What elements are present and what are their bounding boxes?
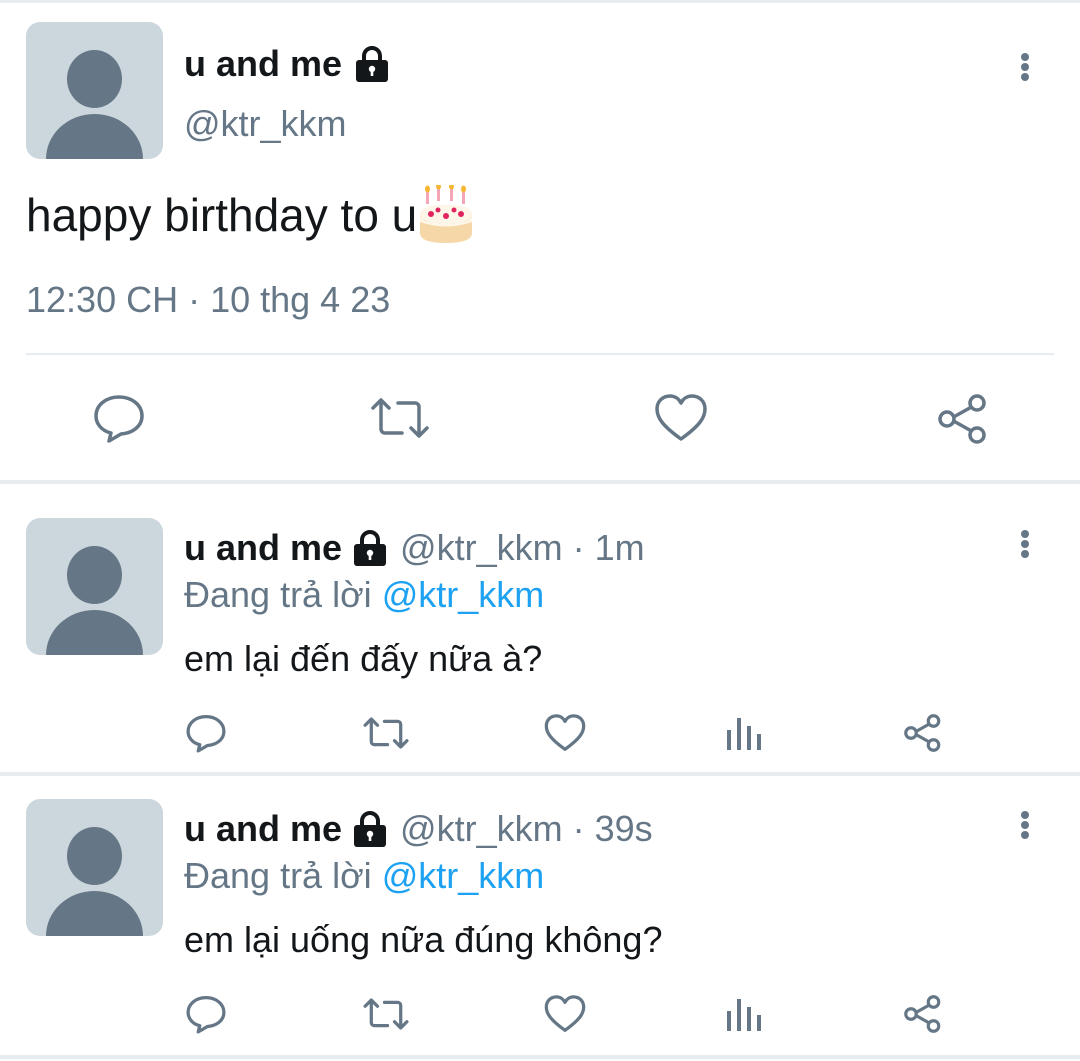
like-icon[interactable]	[543, 993, 587, 1035]
like-icon[interactable]	[543, 712, 587, 754]
avatar[interactable]	[26, 518, 163, 655]
display-name[interactable]: u and me	[184, 527, 342, 569]
handle[interactable]: @ktr_kkm	[400, 808, 563, 850]
analytics-icon[interactable]	[724, 993, 764, 1035]
share-icon[interactable]	[902, 712, 944, 754]
more-options-icon[interactable]	[1010, 47, 1040, 87]
avatar-body	[46, 114, 143, 159]
separator-dot: ·	[572, 527, 585, 568]
tweet-text: em lại đến đấy nữa à?	[184, 638, 543, 679]
share-icon[interactable]	[902, 993, 944, 1035]
analytics-icon[interactable]	[724, 712, 764, 754]
retweet-icon[interactable]	[369, 391, 431, 445]
replying-to: Đang trả lời @ktr_kkm	[184, 574, 544, 616]
avatar-head	[67, 827, 122, 885]
handle[interactable]: @ktr_kkm	[400, 527, 563, 569]
handle[interactable]: @ktr_kkm	[184, 103, 347, 145]
separator-dot: ·	[572, 808, 585, 849]
reply-icon[interactable]	[92, 391, 146, 445]
lock-icon	[354, 530, 387, 566]
divider	[0, 1055, 1080, 1059]
display-name: u and me	[184, 43, 343, 84]
tweet-text: happy birthday to u	[26, 189, 418, 241]
cake-emoji	[420, 185, 473, 243]
tweet-timestamp[interactable]: 12:30 CH · 10 thg 4 23	[26, 279, 390, 321]
more-options-icon[interactable]	[1010, 805, 1040, 845]
reply-header: u and me @ktr_kkm · 1m	[184, 527, 645, 569]
avatar-head	[67, 50, 122, 108]
avatar-body	[46, 891, 143, 936]
reply-tweet[interactable]: u and me @ktr_kkm · 39s Đang trả lời @ktr…	[0, 765, 1080, 1043]
like-icon[interactable]	[653, 391, 709, 445]
reply-time: 39s	[594, 808, 653, 849]
reply-time: 1m	[594, 527, 645, 568]
replying-label: Đang trả lời	[184, 574, 372, 615]
retweet-icon[interactable]	[362, 712, 410, 754]
replying-to-link[interactable]: @ktr_kkm	[382, 855, 545, 896]
replying-to-link[interactable]: @ktr_kkm	[382, 574, 545, 615]
tweet-text: em lại uống nữa đúng không?	[184, 919, 663, 960]
replying-to: Đang trả lời @ktr_kkm	[184, 855, 544, 897]
replying-label: Đang trả lời	[184, 855, 372, 896]
avatar[interactable]	[26, 799, 163, 936]
avatar-body	[46, 610, 143, 655]
lock-icon	[354, 811, 387, 847]
lock-icon	[356, 46, 389, 82]
reply-header: u and me @ktr_kkm · 39s	[184, 808, 653, 850]
tweet-text-row: happy birthday to u	[26, 185, 475, 245]
display-name[interactable]: u and me	[184, 808, 342, 850]
more-options-icon[interactable]	[1010, 524, 1040, 564]
divider	[26, 353, 1054, 355]
main-tweet: u and me @ktr_kkm happy birthday to u 12…	[0, 3, 1080, 480]
avatar[interactable]	[26, 22, 163, 159]
retweet-icon[interactable]	[362, 993, 410, 1035]
avatar-head	[67, 546, 122, 604]
display-name-row[interactable]: u and me	[184, 43, 392, 85]
reply-tweet[interactable]: u and me @ktr_kkm · 1m Đang trả lời @ktr_…	[0, 484, 1080, 762]
share-icon[interactable]	[935, 391, 991, 447]
reply-icon[interactable]	[185, 993, 227, 1035]
reply-icon[interactable]	[185, 712, 227, 754]
